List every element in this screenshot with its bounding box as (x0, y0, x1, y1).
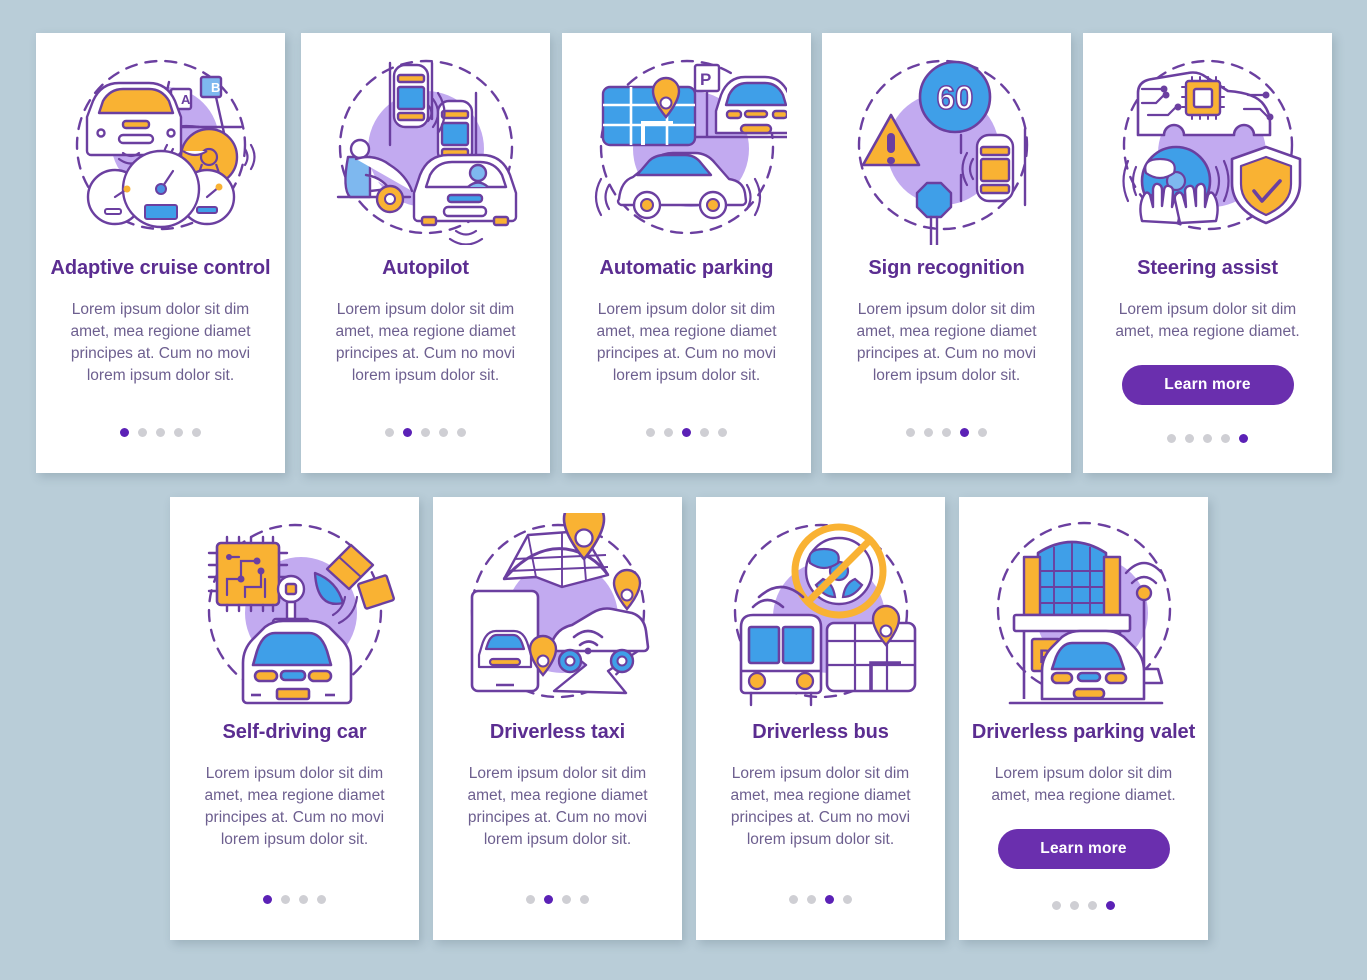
card-description: Lorem ipsum dolor sit dim amet, mea regi… (1115, 300, 1300, 340)
speed-limit-value: 60 (936, 79, 973, 116)
learn-more-button[interactable]: Learn more (997, 828, 1170, 869)
pagination-dot[interactable] (1052, 901, 1061, 910)
pagination-dot[interactable] (281, 895, 290, 904)
pagination-dot[interactable] (825, 895, 834, 904)
pagination-dot[interactable] (1221, 434, 1230, 443)
card-automatic-parking[interactable]: P Automatic parking Lorem ipsum dolor si… (562, 33, 811, 473)
card-title: Driverless bus (752, 721, 889, 743)
learn-more-button[interactable]: Learn more (1121, 364, 1294, 405)
pagination-dot[interactable] (156, 428, 165, 437)
card-adaptive-cruise-control[interactable]: A B Adaptive cruise control Lorem ipsum … (36, 33, 285, 473)
pagination-dot[interactable] (174, 428, 183, 437)
pagination-dot[interactable] (1203, 434, 1212, 443)
pagination-dots[interactable] (1167, 434, 1248, 443)
driverless-parking-valet-illustration: P (959, 511, 1208, 711)
svg-text:B: B (211, 80, 220, 95)
pagination-dot[interactable] (924, 428, 933, 437)
pagination-dot[interactable] (664, 428, 673, 437)
pagination-dot[interactable] (299, 895, 308, 904)
pagination-dot[interactable] (789, 895, 798, 904)
pagination-dot[interactable] (843, 895, 852, 904)
pagination-dot[interactable] (1239, 434, 1248, 443)
pagination-dots[interactable] (646, 428, 727, 437)
pagination-dot[interactable] (1070, 901, 1079, 910)
pagination-dots[interactable] (1052, 901, 1115, 910)
card-title: Driverless taxi (489, 721, 626, 743)
card-description: Lorem ipsum dolor sit dim amet, mea regi… (70, 300, 251, 384)
card-title: Steering assist (1137, 257, 1278, 279)
pagination-dot[interactable] (439, 428, 448, 437)
pagination-dot[interactable] (580, 895, 589, 904)
pagination-dots[interactable] (906, 428, 987, 437)
pagination-dot[interactable] (1167, 434, 1176, 443)
card-driverless-taxi[interactable]: Driverless taxi Lorem ipsum dolor sit di… (433, 497, 682, 940)
pagination-dot[interactable] (1185, 434, 1194, 443)
pagination-dot[interactable] (718, 428, 727, 437)
automatic-parking-illustration: P (562, 47, 811, 247)
pagination-dot[interactable] (403, 428, 412, 437)
steering-assist-illustration (1083, 47, 1332, 247)
pagination-dots[interactable] (385, 428, 466, 437)
pagination-dot[interactable] (526, 895, 535, 904)
pagination-dot[interactable] (1088, 901, 1097, 910)
pagination-dot[interactable] (978, 428, 987, 437)
pagination-dots[interactable] (789, 895, 852, 904)
card-driverless-bus[interactable]: Driverless bus Lorem ipsum dolor sit dim… (696, 497, 945, 940)
pagination-dot[interactable] (192, 428, 201, 437)
card-title: Automatic parking (599, 257, 774, 279)
card-steering-assist[interactable]: Steering assist Lorem ipsum dolor sit di… (1083, 33, 1332, 473)
card-description: Lorem ipsum dolor sit dim amet, mea regi… (335, 300, 516, 384)
card-description: Lorem ipsum dolor sit dim amet, mea regi… (467, 764, 648, 848)
adaptive-cruise-control-illustration: A B (36, 47, 285, 247)
pagination-dot[interactable] (562, 895, 571, 904)
pagination-dot[interactable] (138, 428, 147, 437)
pagination-dots[interactable] (263, 895, 326, 904)
pagination-dot[interactable] (457, 428, 466, 437)
pagination-dot[interactable] (646, 428, 655, 437)
pagination-dot[interactable] (942, 428, 951, 437)
card-title: Sign recognition (868, 257, 1025, 279)
pagination-dot[interactable] (682, 428, 691, 437)
driverless-bus-illustration (696, 511, 945, 711)
pagination-dots[interactable] (120, 428, 201, 437)
pagination-dot[interactable] (385, 428, 394, 437)
pagination-dot[interactable] (1106, 901, 1115, 910)
pagination-dot[interactable] (421, 428, 430, 437)
card-self-driving-car[interactable]: Self-driving car Lorem ipsum dolor sit d… (170, 497, 419, 940)
sign-recognition-illustration: 60 (822, 47, 1071, 247)
pagination-dot[interactable] (544, 895, 553, 904)
card-title: Adaptive cruise control (50, 257, 271, 279)
pagination-dot[interactable] (120, 428, 129, 437)
pagination-dot[interactable] (317, 895, 326, 904)
card-description: Lorem ipsum dolor sit dim amet, mea regi… (856, 300, 1037, 384)
pagination-dot[interactable] (807, 895, 816, 904)
pagination-dot[interactable] (960, 428, 969, 437)
onboarding-screens-board: A B Adaptive cruise control Lorem ipsum … (0, 0, 1367, 980)
svg-text:A: A (181, 92, 191, 107)
card-sign-recognition[interactable]: 60 Sign recognition Lorem ipsum dolor si… (822, 33, 1071, 473)
pagination-dot[interactable] (906, 428, 915, 437)
card-title: Driverless parking valet (971, 721, 1196, 743)
autopilot-illustration (301, 47, 550, 247)
card-driverless-parking-valet[interactable]: P (959, 497, 1208, 940)
pagination-dot[interactable] (700, 428, 709, 437)
card-description: Lorem ipsum dolor sit dim amet, mea regi… (204, 764, 385, 848)
card-title: Autopilot (382, 257, 469, 279)
pagination-dot[interactable] (263, 895, 272, 904)
card-description: Lorem ipsum dolor sit dim amet, mea regi… (596, 300, 777, 384)
driverless-taxi-illustration (433, 511, 682, 711)
card-description: Lorem ipsum dolor sit dim amet, mea regi… (991, 764, 1176, 804)
card-description: Lorem ipsum dolor sit dim amet, mea regi… (730, 764, 911, 848)
self-driving-car-illustration (170, 511, 419, 711)
parking-sign-label: P (700, 70, 711, 89)
pagination-dots[interactable] (526, 895, 589, 904)
card-autopilot[interactable]: Autopilot Lorem ipsum dolor sit dim amet… (301, 33, 550, 473)
card-title: Self-driving car (222, 721, 367, 743)
